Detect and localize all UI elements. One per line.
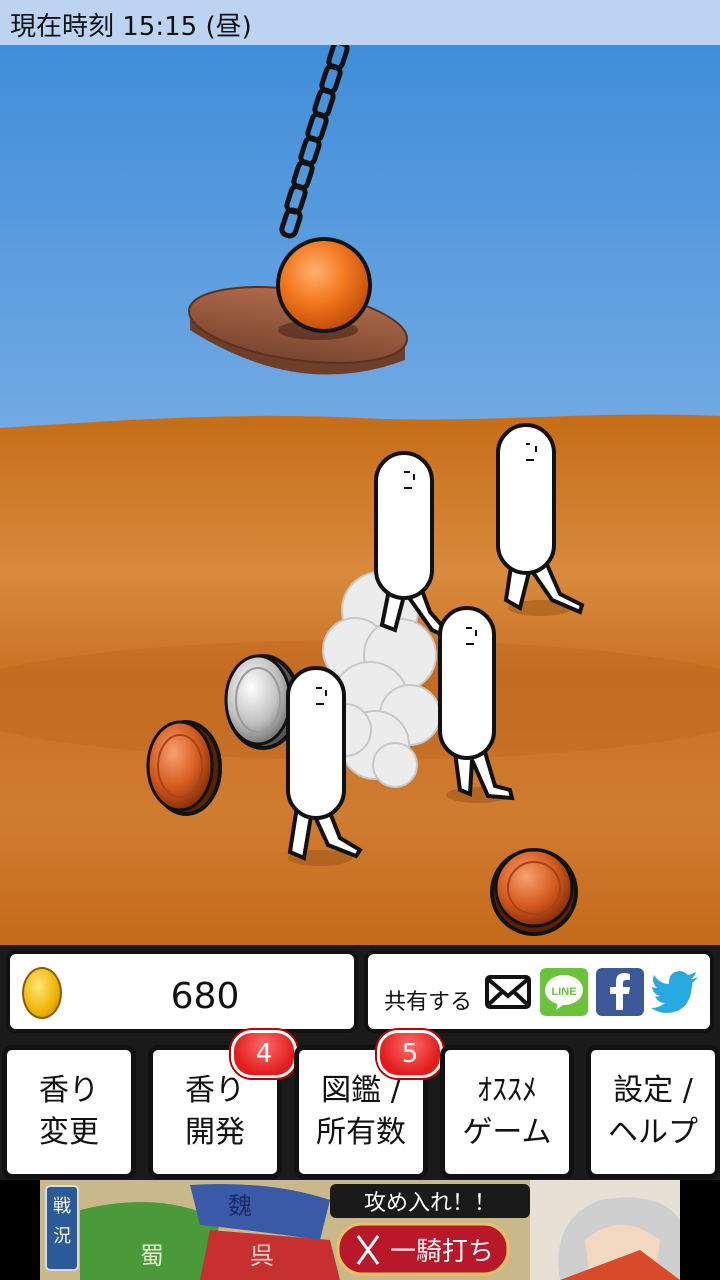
map-label: 呉: [250, 1242, 274, 1270]
copper-coin: [490, 848, 578, 936]
ad-art: 戦 況 魏 蜀 呉 攻め入れ！！ 一騎打ち: [40, 1180, 680, 1280]
ad-badge-char: 戦: [53, 1196, 71, 1217]
coin-count: 680: [170, 976, 240, 1017]
ad-cta: 一騎打ち: [390, 1237, 494, 1267]
map-label: 蜀: [140, 1242, 164, 1270]
encyclopedia-button[interactable]: 5 図鑑 / 所有数: [294, 1030, 443, 1179]
current-time-label: 現在時刻 15:15 (昼): [10, 12, 252, 42]
coin-counter: 680: [6, 950, 358, 1033]
twitter-icon[interactable]: [650, 968, 698, 1016]
button-label: 設定 /: [613, 1073, 693, 1108]
share-bar: 共有する LINE: [364, 950, 714, 1033]
notification-badge: 5: [377, 1030, 443, 1078]
line-icon[interactable]: LINE: [540, 968, 588, 1016]
line-text: LINE: [551, 986, 576, 998]
game-scene[interactable]: [0, 0, 720, 945]
change-scent-button[interactable]: 香り 変更: [2, 1045, 136, 1179]
scene-art: [0, 0, 720, 945]
button-label: 開発: [185, 1115, 245, 1150]
button-label: ヘルプ: [608, 1115, 698, 1150]
button-label: 香り: [39, 1073, 99, 1108]
button-label: ｵｽｽﾒ: [477, 1073, 537, 1108]
button-label: 香り: [185, 1073, 245, 1108]
control-panel: 680 共有する LINE 香り 変更 4 香り 開発 5 図鑑 / 所有数 ｵ…: [0, 945, 720, 1180]
button-label: ゲーム: [462, 1115, 552, 1150]
notification-badge: 4: [231, 1030, 297, 1078]
mail-icon[interactable]: [484, 968, 532, 1016]
ad-badge-char: 況: [53, 1226, 71, 1247]
develop-scent-button[interactable]: 4 香り 開発: [148, 1030, 297, 1179]
status-bar: 現在時刻 15:15 (昼): [0, 0, 720, 45]
ad-banner[interactable]: 戦 況 魏 蜀 呉 攻め入れ！！ 一騎打ち: [40, 1180, 680, 1280]
orange-ball: [276, 237, 372, 333]
recommended-games-button[interactable]: ｵｽｽﾒ ゲーム: [440, 1045, 574, 1179]
ad-headline: 攻め入れ！！: [364, 1191, 496, 1216]
gold-coin-icon: [22, 967, 62, 1019]
button-label: 所有数: [316, 1115, 406, 1150]
map-label: 魏: [228, 1192, 252, 1220]
facebook-icon[interactable]: [596, 968, 644, 1016]
copper-coin: [146, 720, 222, 816]
button-label: 変更: [39, 1115, 99, 1150]
settings-help-button[interactable]: 設定 / ヘルプ: [586, 1045, 720, 1179]
share-label: 共有する: [384, 990, 473, 1015]
